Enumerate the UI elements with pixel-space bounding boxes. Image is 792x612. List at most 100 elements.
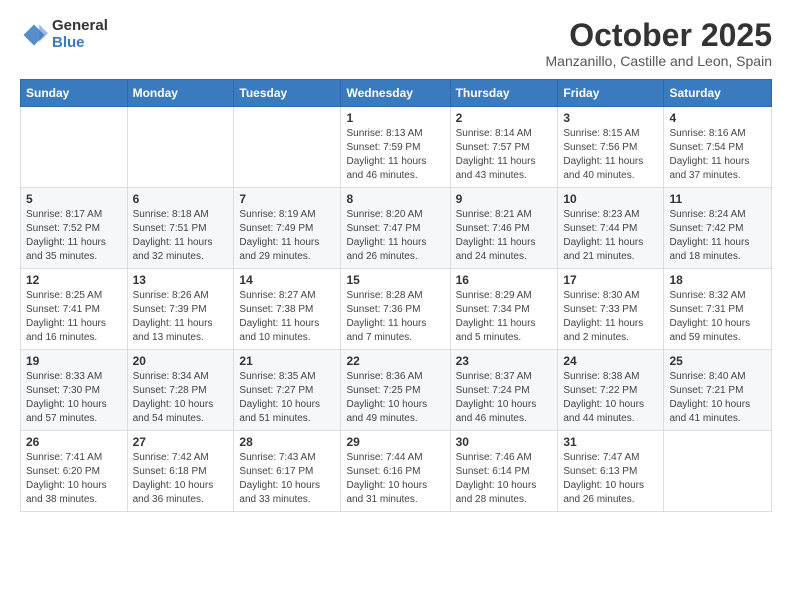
day-number: 2 <box>456 111 553 125</box>
day-info: Sunrise: 7:47 AM Sunset: 6:13 PM Dayligh… <box>563 451 658 507</box>
day-info: Sunrise: 8:20 AM Sunset: 7:47 PM Dayligh… <box>346 208 444 264</box>
day-number: 26 <box>26 435 122 449</box>
day-number: 5 <box>26 192 122 206</box>
day-number: 22 <box>346 354 444 368</box>
day-info: Sunrise: 8:25 AM Sunset: 7:41 PM Dayligh… <box>26 289 122 345</box>
day-info: Sunrise: 8:34 AM Sunset: 7:28 PM Dayligh… <box>133 370 229 426</box>
day-number: 16 <box>456 273 553 287</box>
day-info: Sunrise: 7:43 AM Sunset: 6:17 PM Dayligh… <box>239 451 335 507</box>
day-cell: 29Sunrise: 7:44 AM Sunset: 6:16 PM Dayli… <box>341 431 450 512</box>
month-title: October 2025 <box>546 18 772 53</box>
header: General Blue October 2025 Manzanillo, Ca… <box>20 18 772 69</box>
page: General Blue October 2025 Manzanillo, Ca… <box>0 0 792 612</box>
day-info: Sunrise: 8:16 AM Sunset: 7:54 PM Dayligh… <box>669 127 766 183</box>
week-row-3: 12Sunrise: 8:25 AM Sunset: 7:41 PM Dayli… <box>21 269 772 350</box>
day-number: 24 <box>563 354 658 368</box>
week-row-2: 5 Sunrise: 8:17 AM Sunset: 7:52 PM Daylig… <box>21 188 772 269</box>
day-number: 25 <box>669 354 766 368</box>
day-number: 11 <box>669 192 766 206</box>
day-number: 3 <box>563 111 658 125</box>
day-header-tuesday: Tuesday <box>234 80 341 107</box>
day-info: Sunrise: 7:42 AM Sunset: 6:18 PM Dayligh… <box>133 451 229 507</box>
day-info: Sunrise: 8:13 AM Sunset: 7:59 PM Dayligh… <box>346 127 444 183</box>
day-number: 1 <box>346 111 444 125</box>
day-cell <box>664 431 772 512</box>
day-info: Sunrise: 8:35 AM Sunset: 7:27 PM Dayligh… <box>239 370 335 426</box>
day-cell: 2 Sunrise: 8:14 AM Sunset: 7:57 PM Daylig… <box>450 107 558 188</box>
day-number: 13 <box>133 273 229 287</box>
day-number: 15 <box>346 273 444 287</box>
week-row-5: 26 Sunrise: 7:41 AM Sunset: 6:20 PM Dayli… <box>21 431 772 512</box>
day-cell: 17 Sunrise: 8:30 AM Sunset: 7:33 PM Dayli… <box>558 269 664 350</box>
day-info: Sunrise: 8:23 AM Sunset: 7:44 PM Dayligh… <box>563 208 658 264</box>
day-cell: 25 Sunrise: 8:40 AM Sunset: 7:21 PM Dayli… <box>664 350 772 431</box>
day-cell: 9Sunrise: 8:21 AM Sunset: 7:46 PM Daylig… <box>450 188 558 269</box>
day-cell: 7 Sunrise: 8:19 AM Sunset: 7:49 PM Daylig… <box>234 188 341 269</box>
week-row-4: 19Sunrise: 8:33 AM Sunset: 7:30 PM Dayli… <box>21 350 772 431</box>
logo-general: General <box>52 17 108 34</box>
day-number: 7 <box>239 192 335 206</box>
title-area: October 2025 Manzanillo, Castille and Le… <box>546 18 772 69</box>
day-number: 17 <box>563 273 658 287</box>
day-cell: 12Sunrise: 8:25 AM Sunset: 7:41 PM Dayli… <box>21 269 128 350</box>
day-info: Sunrise: 8:15 AM Sunset: 7:56 PM Dayligh… <box>563 127 658 183</box>
day-info: Sunrise: 8:17 AM Sunset: 7:52 PM Dayligh… <box>26 208 122 264</box>
day-cell: 19Sunrise: 8:33 AM Sunset: 7:30 PM Dayli… <box>21 350 128 431</box>
day-number: 31 <box>563 435 658 449</box>
day-number: 20 <box>133 354 229 368</box>
day-number: 18 <box>669 273 766 287</box>
day-info: Sunrise: 8:21 AM Sunset: 7:46 PM Dayligh… <box>456 208 553 264</box>
day-cell: 3 Sunrise: 8:15 AM Sunset: 7:56 PM Daylig… <box>558 107 664 188</box>
day-info: Sunrise: 8:29 AM Sunset: 7:34 PM Dayligh… <box>456 289 553 345</box>
day-number: 30 <box>456 435 553 449</box>
day-cell <box>21 107 128 188</box>
day-info: Sunrise: 8:14 AM Sunset: 7:57 PM Dayligh… <box>456 127 553 183</box>
day-cell <box>127 107 234 188</box>
logo-icon <box>20 21 48 49</box>
day-number: 28 <box>239 435 335 449</box>
day-info: Sunrise: 8:27 AM Sunset: 7:38 PM Dayligh… <box>239 289 335 345</box>
day-info: Sunrise: 7:46 AM Sunset: 6:14 PM Dayligh… <box>456 451 553 507</box>
day-number: 23 <box>456 354 553 368</box>
day-info: Sunrise: 8:36 AM Sunset: 7:25 PM Dayligh… <box>346 370 444 426</box>
day-info: Sunrise: 7:41 AM Sunset: 6:20 PM Dayligh… <box>26 451 122 507</box>
day-cell: 23Sunrise: 8:37 AM Sunset: 7:24 PM Dayli… <box>450 350 558 431</box>
day-info: Sunrise: 8:38 AM Sunset: 7:22 PM Dayligh… <box>563 370 658 426</box>
day-cell <box>234 107 341 188</box>
day-cell: 21Sunrise: 8:35 AM Sunset: 7:27 PM Dayli… <box>234 350 341 431</box>
day-cell: 11 Sunrise: 8:24 AM Sunset: 7:42 PM Dayli… <box>664 188 772 269</box>
day-info: Sunrise: 8:24 AM Sunset: 7:42 PM Dayligh… <box>669 208 766 264</box>
day-number: 14 <box>239 273 335 287</box>
day-cell: 15Sunrise: 8:28 AM Sunset: 7:36 PM Dayli… <box>341 269 450 350</box>
day-cell: 31 Sunrise: 7:47 AM Sunset: 6:13 PM Dayli… <box>558 431 664 512</box>
day-number: 29 <box>346 435 444 449</box>
day-cell: 18 Sunrise: 8:32 AM Sunset: 7:31 PM Dayli… <box>664 269 772 350</box>
day-cell: 14 Sunrise: 8:27 AM Sunset: 7:38 PM Dayli… <box>234 269 341 350</box>
day-info: Sunrise: 8:18 AM Sunset: 7:51 PM Dayligh… <box>133 208 229 264</box>
day-cell: 4Sunrise: 8:16 AM Sunset: 7:54 PM Daylig… <box>664 107 772 188</box>
day-info: Sunrise: 8:40 AM Sunset: 7:21 PM Dayligh… <box>669 370 766 426</box>
days-header-row: SundayMondayTuesdayWednesdayThursdayFrid… <box>21 80 772 107</box>
day-info: Sunrise: 8:33 AM Sunset: 7:30 PM Dayligh… <box>26 370 122 426</box>
subtitle: Manzanillo, Castille and Leon, Spain <box>546 53 772 69</box>
day-info: Sunrise: 8:32 AM Sunset: 7:31 PM Dayligh… <box>669 289 766 345</box>
day-cell: 22 Sunrise: 8:36 AM Sunset: 7:25 PM Dayli… <box>341 350 450 431</box>
day-header-sunday: Sunday <box>21 80 128 107</box>
day-number: 10 <box>563 192 658 206</box>
day-number: 6 <box>133 192 229 206</box>
day-info: Sunrise: 8:19 AM Sunset: 7:49 PM Dayligh… <box>239 208 335 264</box>
day-cell: 16 Sunrise: 8:29 AM Sunset: 7:34 PM Dayli… <box>450 269 558 350</box>
day-cell: 6 Sunrise: 8:18 AM Sunset: 7:51 PM Daylig… <box>127 188 234 269</box>
day-info: Sunrise: 8:30 AM Sunset: 7:33 PM Dayligh… <box>563 289 658 345</box>
day-header-friday: Friday <box>558 80 664 107</box>
logo: General Blue <box>20 18 108 51</box>
day-cell: 1 Sunrise: 8:13 AM Sunset: 7:59 PM Daylig… <box>341 107 450 188</box>
logo-text: General Blue <box>52 18 108 51</box>
day-cell: 8Sunrise: 8:20 AM Sunset: 7:47 PM Daylig… <box>341 188 450 269</box>
day-number: 27 <box>133 435 229 449</box>
week-row-1: 1 Sunrise: 8:13 AM Sunset: 7:59 PM Daylig… <box>21 107 772 188</box>
day-cell: 20 Sunrise: 8:34 AM Sunset: 7:28 PM Dayli… <box>127 350 234 431</box>
day-cell: 30 Sunrise: 7:46 AM Sunset: 6:14 PM Dayli… <box>450 431 558 512</box>
day-cell: 24 Sunrise: 8:38 AM Sunset: 7:22 PM Dayli… <box>558 350 664 431</box>
day-cell: 26 Sunrise: 7:41 AM Sunset: 6:20 PM Dayli… <box>21 431 128 512</box>
